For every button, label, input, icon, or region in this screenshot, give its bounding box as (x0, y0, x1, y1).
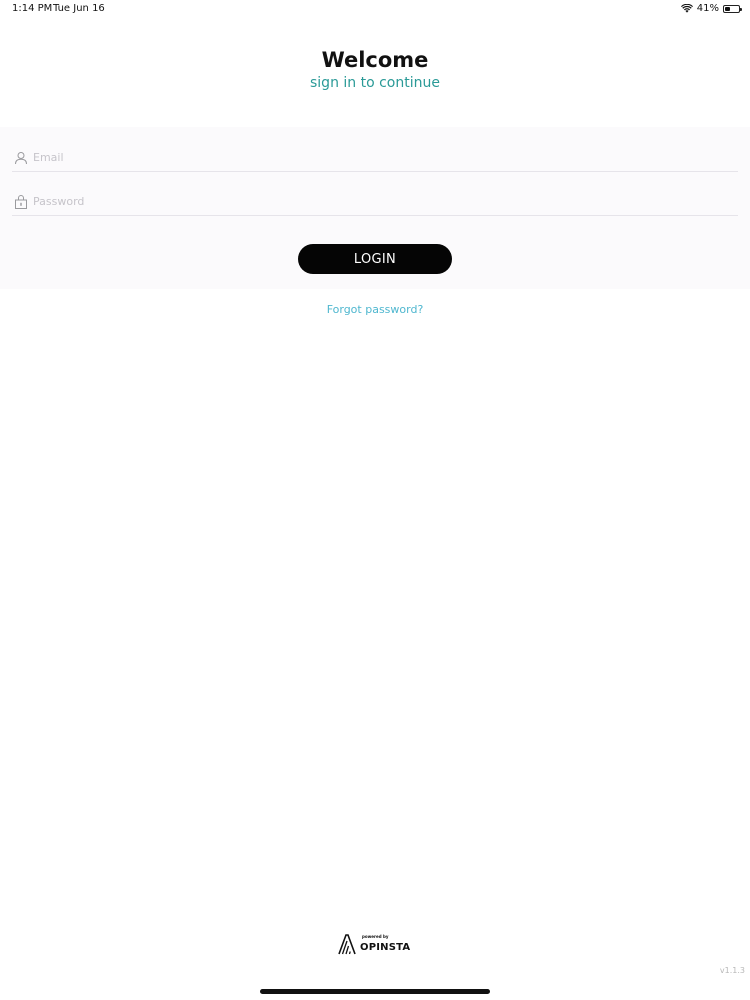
opinsta-logo-icon (338, 934, 358, 955)
login-screen: 1:14 PM Tue Jun 16 41% Welcome sign in t… (0, 0, 750, 1000)
email-field[interactable] (12, 145, 738, 172)
status-date: Tue Jun 16 (53, 3, 105, 14)
person-icon (14, 150, 28, 165)
status-bar: 1:14 PM Tue Jun 16 41% (0, 0, 750, 18)
battery-icon (723, 4, 742, 13)
status-indicators: 41% (680, 3, 742, 14)
password-field[interactable] (12, 189, 738, 216)
email-input[interactable] (33, 147, 713, 167)
status-time: 1:14 PM (12, 3, 53, 14)
brand-logo: powered by OPINSTA (338, 934, 418, 958)
home-indicator[interactable] (260, 989, 490, 994)
login-button[interactable]: LOGIN (298, 244, 452, 274)
brand-name: OPINSTA (360, 942, 411, 953)
version-label: v1.1.3 (719, 966, 745, 975)
powered-by-label: powered by (362, 934, 389, 939)
forgot-password-link[interactable]: Forgot password? (0, 303, 750, 316)
lock-icon (14, 194, 28, 209)
password-input[interactable] (33, 191, 713, 211)
page-title: Welcome (321, 48, 429, 72)
battery-fill (725, 6, 730, 11)
wifi-icon (680, 3, 693, 13)
page-subtitle: sign in to continue (310, 75, 440, 91)
battery-percent: 41% (696, 3, 719, 14)
